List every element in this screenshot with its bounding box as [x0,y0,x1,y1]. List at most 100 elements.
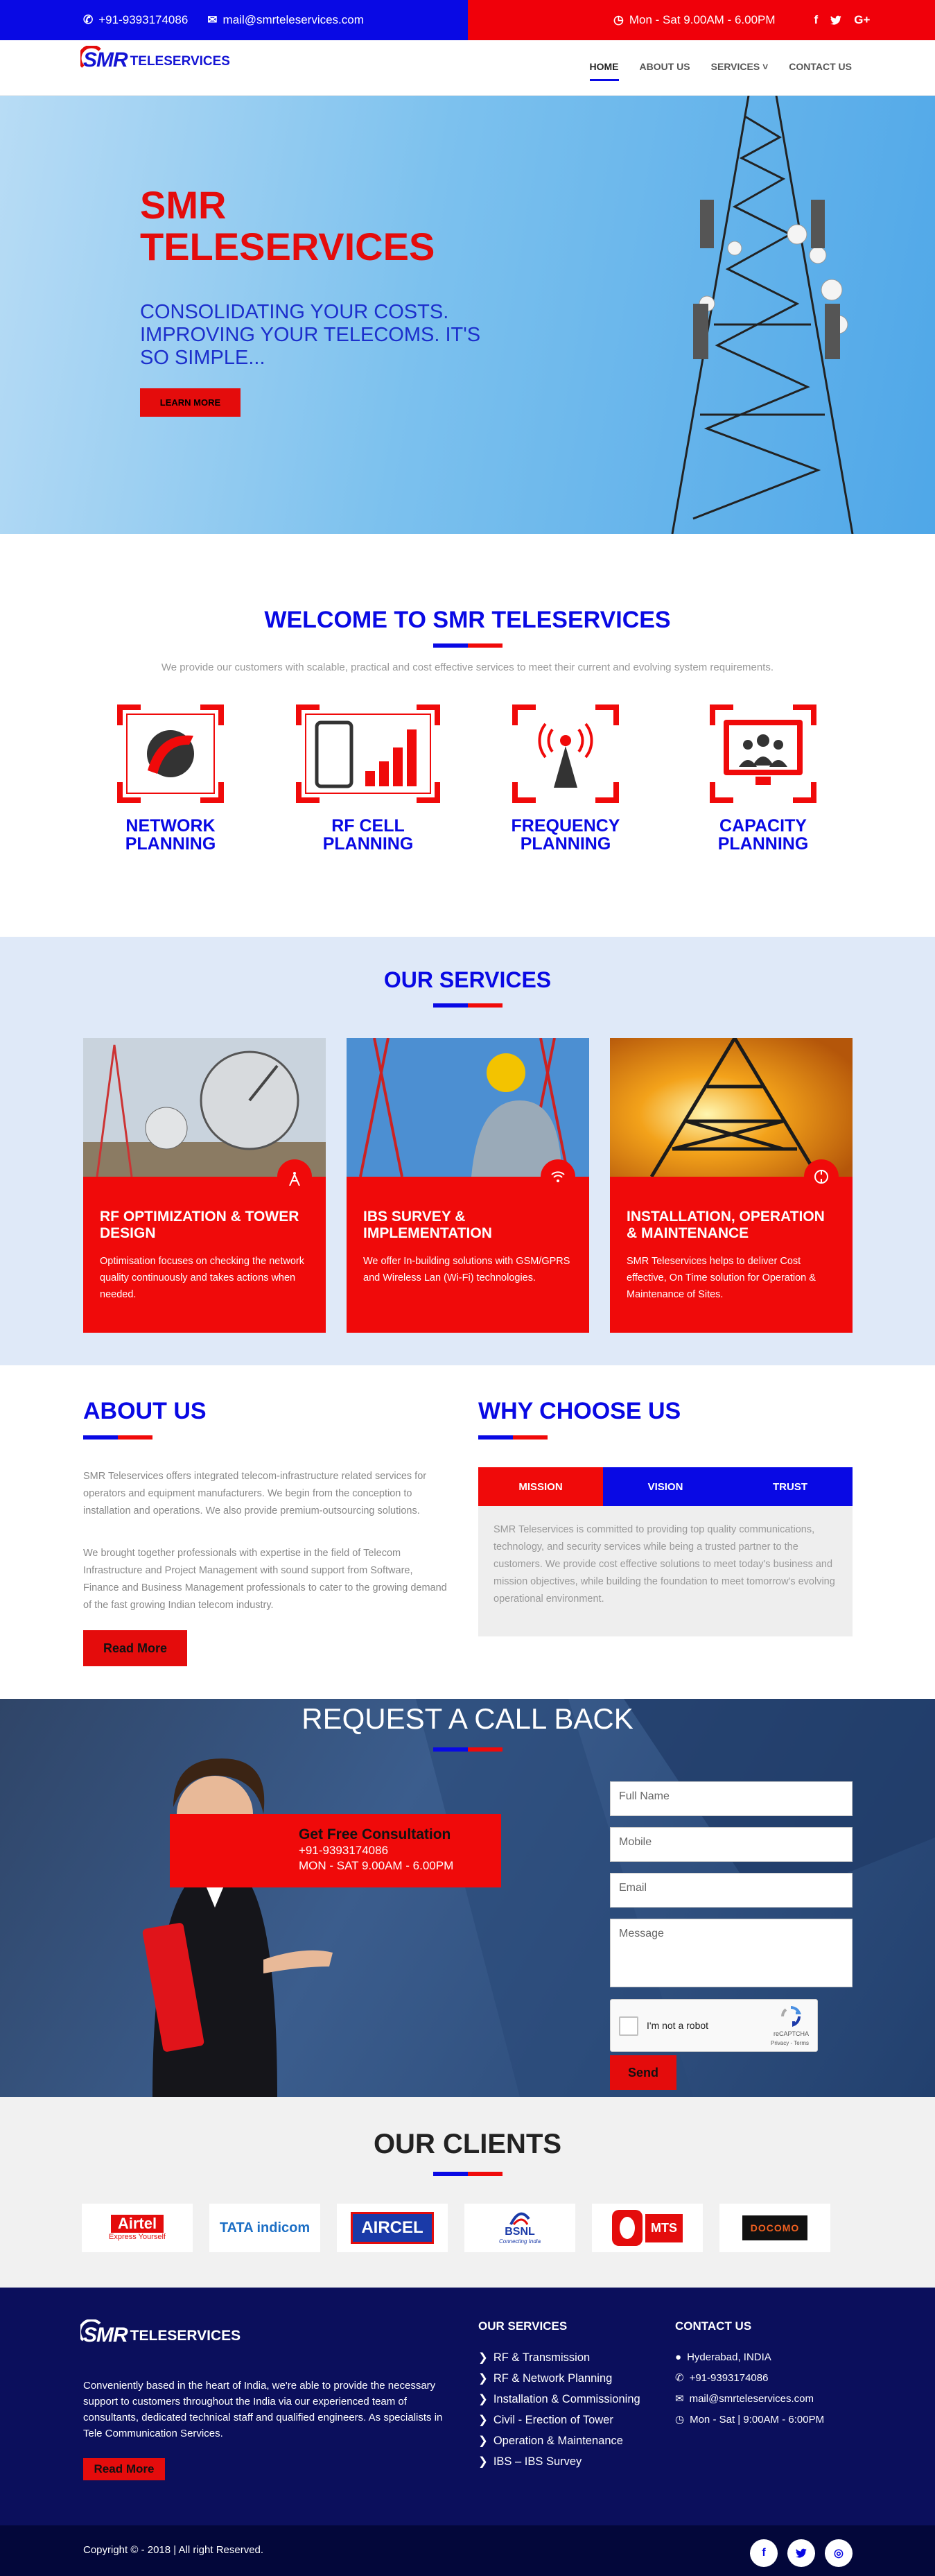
captcha-terms-link[interactable]: Privacy - Terms [771,2040,809,2046]
clock-icon: ◷ [675,2414,685,2426]
nav-services[interactable]: SERVICES ˅ [711,61,769,81]
footer-service-link[interactable]: ❯ RF & Transmission [478,2347,640,2368]
facebook-icon[interactable]: f [750,2539,778,2567]
full-name-input[interactable]: Full Name [610,1781,853,1816]
feature-frequency[interactable]: FREQUENCY PLANNING [496,704,635,853]
feature-rf-cell[interactable]: RF CELL PLANNING [296,704,440,854]
maintenance-icon [804,1159,839,1194]
captcha-checkbox[interactable] [619,2016,638,2036]
chevron-down-icon: ˅ [762,61,769,72]
hours-item: ◷ Mon - Sat 9.00AM - 6.00PM [613,13,795,27]
why-title: WHY CHOOSE US [478,1398,681,1424]
google-plus-icon[interactable]: G+ [854,13,870,27]
send-button[interactable]: Send [610,2055,676,2090]
footer-service-link[interactable]: ❯ Operation & Maintenance [478,2430,640,2451]
about-paragraph: SMR Teleservices offers integrated telec… [83,1471,427,1516]
tab-trust[interactable]: TRUST [728,1467,853,1506]
feature-capacity[interactable]: CAPACITY PLANNING [694,704,832,853]
footer-read-more-button[interactable]: Read More [83,2458,165,2480]
about-read-more-button[interactable]: Read More [83,1630,187,1666]
footer-contact-title: CONTACT US [675,2319,752,2333]
chevron-right-icon: ❯ [478,2351,488,2364]
footer-contact-item: ● Hyderabad, INDIA [675,2347,824,2368]
clients-section [0,2097,935,2288]
mobile-input[interactable]: Mobile [610,1827,853,1862]
title-divider [433,1003,503,1008]
phone-icon: ✆ [675,2372,684,2384]
title-divider [83,1435,152,1440]
service-card-text: We offer In-building solutions with GSM/… [363,1256,570,1283]
message-textarea[interactable]: Message [610,1919,853,1987]
top-bar: ✆ +91-9393174086 ✉ mail@smrteleservices.co… [0,0,935,40]
twitter-icon[interactable] [787,2539,815,2567]
footer-services-list: ❯ RF & Transmission ❯ RF & Network Plannin… [478,2347,640,2472]
tab-mission[interactable]: MISSION [478,1467,603,1506]
hero-banner: SMR TELESERVICES CONSOLIDATING YOUR COST… [0,96,935,534]
footer-service-link[interactable]: ❯ RF & Network Planning [478,2368,640,2389]
footer-contact-text: +91-9393174086 [689,2372,769,2384]
footer-service-label: RF & Network Planning [493,2372,613,2385]
service-card[interactable]: RF OPTIMIZATION & TOWER DESIGN Optimisat… [83,1038,326,1333]
email-item[interactable]: ✉ mail@smrteleservices.com [207,13,364,27]
copyright-text: Copyright © - 2018 | All right Reserved. [83,2544,264,2556]
telecom-tower-image [671,96,854,534]
phone-item[interactable]: ✆ +91-9393174086 [83,13,188,27]
footer-service-link[interactable]: ❯ Installation & Commissioning [478,2389,640,2410]
phone-icon: ✆ [83,13,94,26]
tower-icon [277,1159,312,1194]
docomo-wordmark: DOCOMO [742,2215,808,2240]
footer-description: Conveniently based in the heart of India… [83,2380,443,2439]
title-divider [433,1747,503,1752]
about-paragraph: We brought together professionals with e… [83,1548,447,1611]
footer-contact-item[interactable]: ✉ mail@smrteleservices.com [675,2389,824,2410]
email-input[interactable]: Email [610,1873,853,1908]
learn-more-button[interactable]: LEARN MORE [140,388,241,417]
consultation-box: Get Free Consultation +91-9393174086 MON… [170,1814,501,1887]
globe-phone-icon [117,704,224,803]
envelope-icon: ✉ [675,2393,684,2405]
feature-label: RF CELL PLANNING [322,816,414,854]
footer-contact-item[interactable]: ✆ +91-9393174086 [675,2368,824,2389]
twitter-icon[interactable] [830,15,842,25]
nav-contact[interactable]: CONTACT US [789,61,852,81]
why-tab-content: SMR Teleservices is committed to providi… [478,1506,853,1636]
footer-contact-text: Hyderabad, INDIA [687,2351,771,2363]
site-logo[interactable]: SMR TELESERVICES [80,46,230,72]
callback-title: REQUEST A CALL BACK [302,1702,633,1735]
nav-about[interactable]: ABOUT US [640,61,690,81]
facebook-icon[interactable]: f [814,13,819,27]
service-card[interactable]: INSTALLATION, OPERATION & MAINTENANCE SM… [610,1038,853,1333]
main-nav: SMR TELESERVICES HOME ABOUT US SERVICES … [0,40,935,96]
hero-subtitle: CONSOLIDATING YOUR COSTS. IMPROVING YOUR… [140,301,481,369]
nav-home[interactable]: HOME [589,61,619,81]
footer-logo[interactable]: SMR TELESERVICES [80,2319,241,2347]
businesswoman-image [142,1758,333,2097]
dribbble-icon[interactable]: ◎ [825,2539,853,2567]
footer-service-link[interactable]: ❯ Civil - Erection of Tower [478,2410,640,2430]
footer-service-label: IBS – IBS Survey [493,2455,582,2468]
feature-label: NETWORK PLANNING [125,816,216,854]
client-logo-aircel: AIRCEL [337,2204,448,2252]
chevron-right-icon: ❯ [478,2435,488,2447]
footer-services-title: OUR SERVICES [478,2319,568,2333]
hero-title: SMR TELESERVICES [140,183,435,268]
feature-network[interactable]: NETWORK PLANNING [101,704,240,853]
email-link[interactable]: mail@smrteleservices.com [223,13,364,27]
bsnl-tagline: Connecting India [498,2238,541,2245]
service-card[interactable]: IBS SURVEY & IMPLEMENTATION We offer In-… [347,1038,589,1333]
mts-egg-icon [612,2210,643,2246]
footer-contact-list: ● Hyderabad, INDIA ✆ +91-9393174086 ✉ mail@… [675,2347,824,2430]
wifi-icon [541,1159,575,1194]
top-bar-contact: ✆ +91-9393174086 ✉ mail@smrteleservices.co… [0,0,468,40]
hours-text: Mon - Sat 9.00AM - 6.00PM [629,13,776,26]
bsnl-swirl-icon [509,2212,530,2225]
captcha-brand: reCAPTCHA [773,2030,809,2037]
service-card-body: INSTALLATION, OPERATION & MAINTENANCE SM… [610,1159,853,1333]
phone-link[interactable]: +91-9393174086 [98,13,188,27]
group-monitor-icon [710,704,816,803]
satellite-dish-image [83,1038,326,1177]
recaptcha-widget: I'm not a robot reCAPTCHA Privacy - Term… [610,1999,818,2052]
tab-vision[interactable]: VISION [603,1467,728,1506]
footer-service-link[interactable]: ❯ IBS – IBS Survey [478,2451,640,2472]
about-title: ABOUT US [83,1398,207,1424]
